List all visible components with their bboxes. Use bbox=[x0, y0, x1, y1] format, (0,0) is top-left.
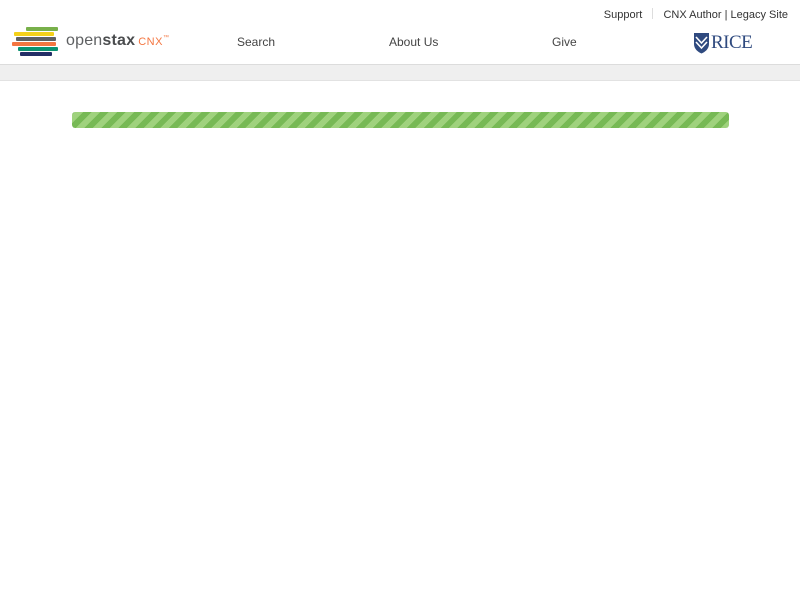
cnx-author-legacy-site-link[interactable]: CNX Author | Legacy Site bbox=[663, 9, 788, 21]
utility-divider bbox=[652, 8, 654, 19]
logo-wordmark: openstax CNX™ bbox=[66, 32, 169, 50]
rice-wordmark: RICE bbox=[711, 32, 753, 53]
loading-progress-fill bbox=[72, 112, 729, 128]
book-stack-bar bbox=[18, 47, 58, 51]
book-stack-bar bbox=[20, 52, 52, 56]
book-stack-bar bbox=[14, 32, 54, 36]
subheader-bar bbox=[0, 65, 800, 81]
rice-owl-shield-icon bbox=[694, 33, 709, 54]
nav-give[interactable]: Give bbox=[552, 35, 577, 49]
openstax-cnx-logo[interactable]: openstax CNX™ bbox=[12, 25, 169, 57]
book-stack-bar bbox=[26, 27, 58, 31]
logo-text-cnx: CNX bbox=[138, 36, 163, 48]
rice-university-logo[interactable]: RICE bbox=[693, 31, 753, 55]
support-link[interactable]: Support bbox=[604, 9, 643, 21]
book-stack-bar bbox=[16, 37, 56, 41]
nav-search[interactable]: Search bbox=[237, 35, 275, 49]
logo-text-stax: stax bbox=[102, 32, 136, 49]
book-stack-bar bbox=[12, 42, 56, 46]
book-stack-icon bbox=[12, 25, 62, 57]
loading-progress-bar bbox=[72, 112, 729, 128]
utility-links: Support CNX Author | Legacy Site bbox=[604, 8, 788, 21]
logo-text-open: open bbox=[66, 32, 103, 49]
nav-about-us[interactable]: About Us bbox=[389, 35, 438, 49]
logo-trademark: ™ bbox=[162, 35, 170, 41]
page: Support CNX Author | Legacy Site opensta… bbox=[0, 0, 800, 600]
site-header: Support CNX Author | Legacy Site opensta… bbox=[0, 0, 800, 65]
